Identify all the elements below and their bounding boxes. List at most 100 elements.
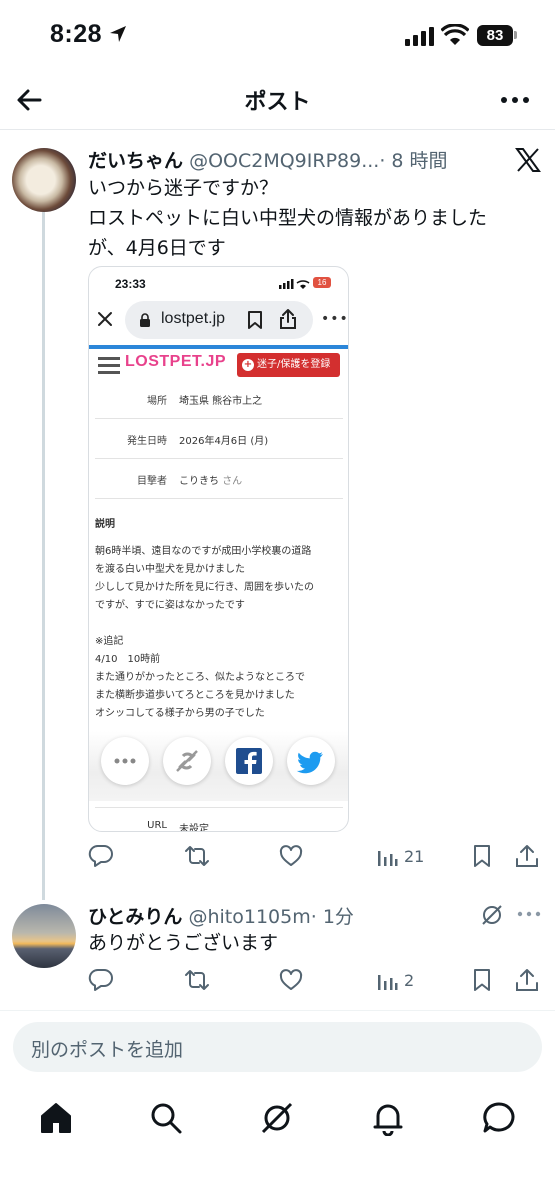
repost-icon — [185, 846, 209, 866]
like-button[interactable] — [278, 842, 304, 870]
detail-row: 目撃者 こりきち さん — [95, 459, 343, 499]
search-icon[interactable] — [148, 1100, 184, 1136]
avatar[interactable] — [12, 148, 76, 212]
reply-more-icon[interactable] — [516, 906, 542, 922]
x-logo-icon — [515, 148, 541, 172]
share-icon — [516, 969, 538, 991]
cellular-signal-icon — [405, 27, 434, 46]
share-button[interactable] — [514, 842, 540, 870]
reply-icon — [88, 968, 113, 991]
post-action-bar: 21 — [88, 842, 548, 872]
notifications-bell-icon[interactable] — [370, 1100, 406, 1136]
heart-icon — [279, 845, 303, 866]
bookmark-icon — [474, 969, 490, 991]
reply-time: · 1分 — [310, 906, 354, 928]
bottom-navigation — [0, 1090, 555, 1150]
views-chart-icon — [378, 851, 398, 866]
post-author-line: だいちゃん @OOC2MQ9IRP89...· 8 時間 — [88, 146, 448, 173]
embed-status-time: 23:33 — [115, 277, 146, 291]
detail-value: 埼玉県 熊谷市上之 — [179, 396, 263, 407]
views-button[interactable]: 21 — [376, 842, 424, 870]
bookmark-button[interactable] — [470, 966, 494, 994]
thread-connector-line — [42, 212, 45, 900]
home-icon[interactable] — [38, 1100, 74, 1136]
reply-author-name[interactable]: ひとみりん — [88, 906, 182, 928]
grok-icon[interactable] — [259, 1100, 295, 1136]
views-chart-icon — [378, 975, 398, 990]
url-label: URL — [147, 820, 167, 831]
detail-label: 発生日時 — [127, 436, 167, 447]
description-title: 説明 — [95, 519, 115, 530]
post-header: ポスト — [0, 72, 555, 130]
embed-address-bar: lostpet.jp — [125, 301, 313, 339]
link-icon — [176, 750, 198, 772]
embed-url-text: lostpet.jp — [161, 310, 226, 327]
share-more-button — [101, 737, 149, 785]
detail-row: 場所 埼玉県 熊谷市上之 — [95, 379, 343, 419]
detail-value: 2026年4月6日 (月) — [179, 436, 269, 447]
repost-icon — [185, 970, 209, 990]
author-handle[interactable]: @OOC2MQ9IRP89... — [189, 150, 379, 172]
reply-action-bar: 2 — [88, 966, 548, 996]
avatar[interactable] — [12, 904, 76, 968]
embed-accent-bar — [89, 345, 348, 349]
post-text: いつから迷子ですか？ ロストペットに白い中型犬の情報がありました が、4月6日で… — [88, 173, 528, 263]
reply-author-line: ひとみりん @hito1105m· 1分 — [88, 902, 354, 929]
status-time: 8:28 — [50, 20, 103, 48]
add-post-placeholder: 別のポストを追加 — [31, 1039, 184, 1061]
lostpet-logo: LOSTPET.JP — [125, 353, 227, 370]
grok-icon[interactable] — [480, 903, 504, 927]
reply-button[interactable] — [88, 842, 114, 870]
location-arrow-icon — [110, 26, 126, 42]
post-text-line: ロストペットに白い中型犬の情報がありました — [88, 207, 488, 229]
description-text: 朝6時半頃、遠目なのですが成田小学校裏の道路 を渡る白い中型犬を見かけました 少… — [95, 546, 314, 611]
reply-author-handle[interactable]: @hito1105m — [188, 906, 310, 928]
reply-icon — [88, 844, 113, 867]
register-lost-pet-button: + 迷子/保護を登録 — [237, 353, 340, 377]
description-note: ※追記 4/10 10時前 また通りがかったところ、似たようなところで また横断… — [95, 636, 305, 719]
detail-row: 発生日時 2026年4月6日 (月) — [95, 419, 343, 459]
wifi-icon — [441, 24, 469, 45]
twitter-bird-icon — [296, 751, 323, 774]
views-count: 21 — [404, 846, 425, 866]
battery-tip — [514, 31, 517, 39]
divider — [0, 1010, 555, 1011]
repost-button[interactable] — [184, 966, 210, 994]
share-button[interactable] — [514, 966, 540, 994]
battery-indicator: 83 — [477, 25, 513, 46]
url-value: 未設定 — [179, 824, 209, 832]
attached-image[interactable]: 23:33 16 lostpet.jp ••• LOSTPET.JP + 迷子/… — [88, 266, 349, 832]
repost-button[interactable] — [184, 842, 210, 870]
reply-button[interactable] — [88, 966, 114, 994]
post-text-line: が、4月6日です — [88, 237, 226, 259]
bookmark-icon — [474, 845, 490, 867]
bookmark-button[interactable] — [470, 842, 494, 870]
heart-icon — [279, 969, 303, 990]
like-button[interactable] — [278, 966, 304, 994]
embed-more-icon: ••• — [321, 311, 349, 327]
more-options-icon[interactable] — [498, 84, 532, 116]
witness-suffix: さん — [222, 476, 243, 487]
close-icon — [98, 312, 112, 326]
detail-label: 場所 — [147, 396, 167, 407]
embed-signal-icon — [279, 279, 310, 289]
page-title: ポスト — [244, 90, 311, 115]
post-time: · 8 時間 — [379, 150, 448, 172]
plus-icon: + — [242, 359, 254, 371]
witness-name: こりきち — [179, 476, 219, 487]
messages-icon[interactable] — [481, 1100, 517, 1136]
views-count: 2 — [404, 970, 415, 990]
share-link-button — [163, 737, 211, 785]
share-icon — [516, 845, 538, 867]
detail-label: 目撃者 — [137, 476, 167, 487]
share-twitter-button — [287, 737, 335, 785]
share-icon — [280, 309, 296, 329]
views-button[interactable]: 2 — [376, 966, 414, 994]
more-dots-icon — [114, 758, 136, 764]
facebook-icon — [236, 748, 262, 774]
reply-text: ありがとうございます — [88, 932, 279, 954]
author-name[interactable]: だいちゃん — [88, 150, 183, 172]
detail-value: こりきち さん — [179, 472, 242, 487]
add-post-input[interactable]: 別のポストを追加 — [13, 1022, 542, 1072]
register-label: 迷子/保護を登録 — [257, 359, 331, 370]
